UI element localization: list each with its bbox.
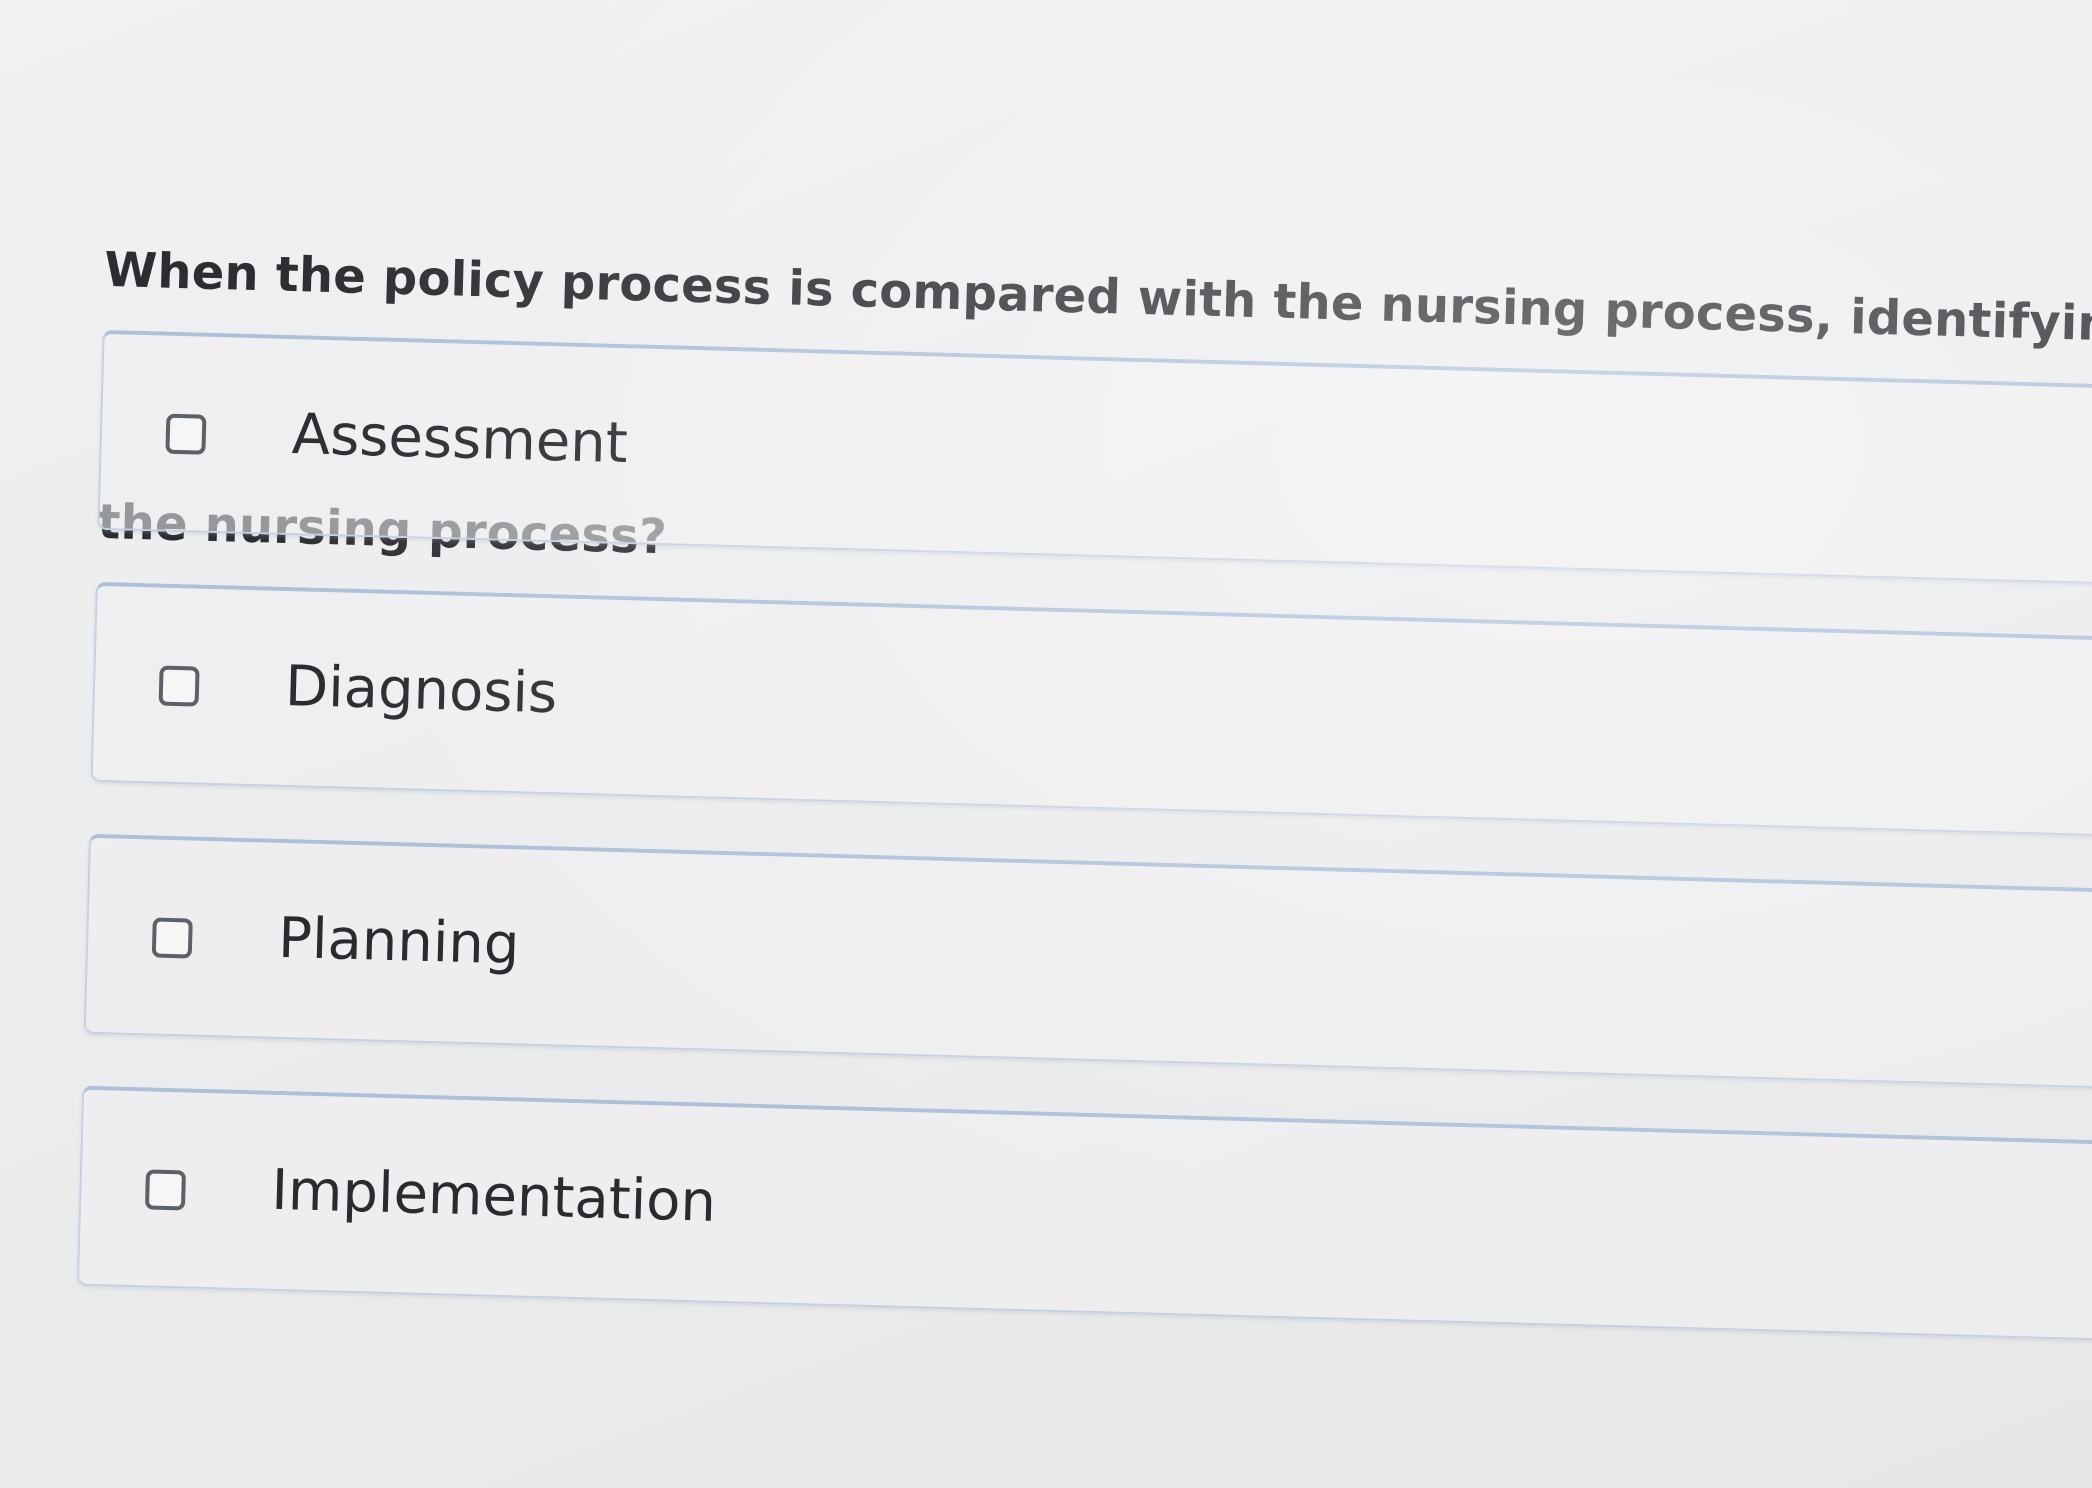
checkbox-icon[interactable]: [151, 917, 193, 959]
option-planning[interactable]: Planning: [83, 833, 2092, 1094]
checkbox-icon[interactable]: [158, 665, 200, 707]
checkbox-icon[interactable]: [144, 1169, 186, 1211]
option-label: Implementation: [270, 1157, 717, 1235]
quiz-screen: When the policy process is compared with…: [0, 0, 2092, 1488]
option-label: Assessment: [291, 402, 629, 477]
checkbox-icon[interactable]: [165, 413, 207, 455]
question-content: When the policy process is compared with…: [76, 60, 2092, 1346]
option-label: Planning: [277, 905, 521, 978]
option-implementation[interactable]: Implementation: [76, 1085, 2092, 1346]
option-label: Diagnosis: [284, 653, 559, 727]
